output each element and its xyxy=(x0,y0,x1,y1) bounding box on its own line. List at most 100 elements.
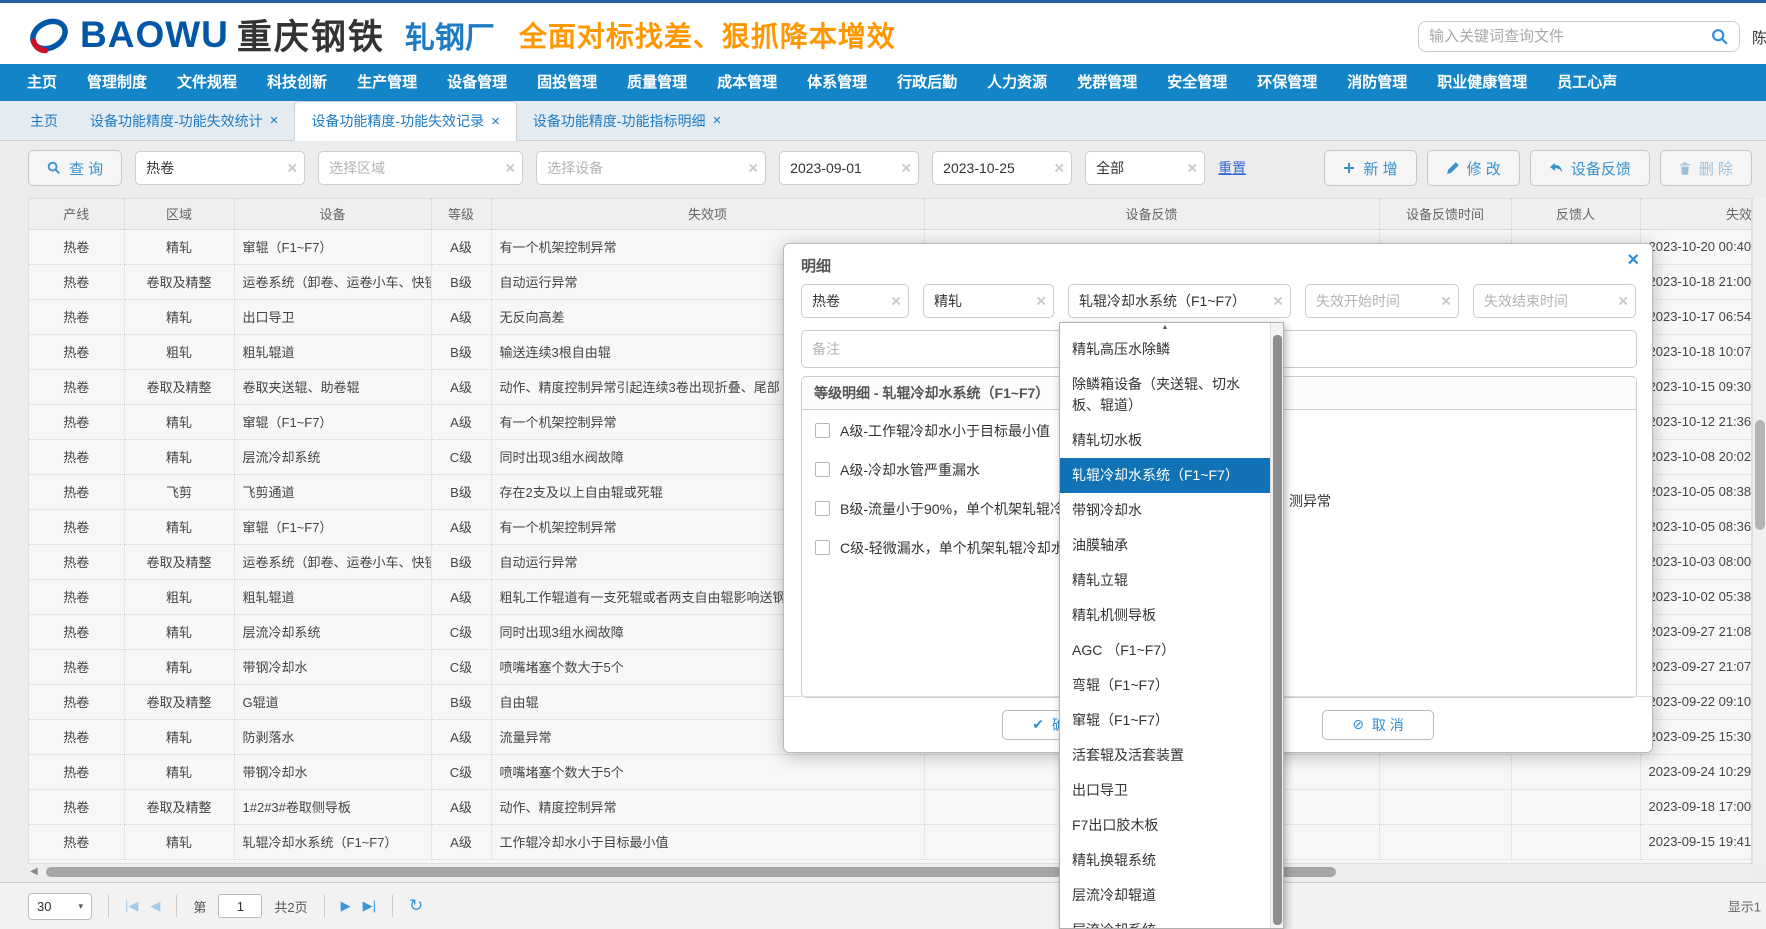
combo-clear-icon[interactable]: × xyxy=(1054,160,1064,177)
modal-combo-1[interactable]: 热卷× xyxy=(801,284,909,318)
tab-close-icon[interactable]: × xyxy=(713,112,722,129)
dropdown-item-16[interactable]: 层流冷却辊道 xyxy=(1060,878,1270,913)
horizontal-scrollbar[interactable]: ◀ xyxy=(28,864,1752,880)
dropdown-item-13[interactable]: 出口导卫 xyxy=(1060,773,1270,808)
grid-header-cell[interactable]: 设备 xyxy=(234,199,431,229)
dropdown-item-4[interactable]: 轧辊冷却水系统（F1~F7） xyxy=(1060,458,1270,493)
nav-item-6[interactable]: 设备管理 xyxy=(432,64,522,101)
nav-item-14[interactable]: 安全管理 xyxy=(1152,64,1242,101)
vertical-scrollbar[interactable] xyxy=(1752,198,1766,864)
combo-clear-icon[interactable]: × xyxy=(1441,293,1451,310)
grid-header-cell[interactable]: 设备反馈时间 xyxy=(1379,199,1511,229)
dropdown-item-12[interactable]: 活套辊及活套装置 xyxy=(1060,738,1270,773)
doc-search-input[interactable] xyxy=(1429,28,1711,45)
nav-item-8[interactable]: 质量管理 xyxy=(612,64,702,101)
filter-combo-4[interactable]: 2023-09-01× xyxy=(779,151,919,185)
tab-4[interactable]: 设备功能精度-功能指标明细× xyxy=(517,101,737,140)
grid-header-cell[interactable]: 反馈人 xyxy=(1511,199,1640,229)
dropdown-item-7[interactable]: 精轧立辊 xyxy=(1060,563,1270,598)
dropdown-item-8[interactable]: 精轧机侧导板 xyxy=(1060,598,1270,633)
combo-clear-icon[interactable]: × xyxy=(1618,293,1628,310)
dropdown-item-3[interactable]: 精轧切水板 xyxy=(1060,423,1270,458)
nav-item-4[interactable]: 科技创新 xyxy=(252,64,342,101)
grid-row-18[interactable]: 热卷精轧轧辊冷却水系统（F1~F7）A级工作辊冷却水小于目标最小值2023-09… xyxy=(29,824,1752,859)
dropdown-scroll-thumb[interactable] xyxy=(1273,335,1282,925)
search-icon[interactable] xyxy=(1711,28,1729,46)
combo-clear-icon[interactable]: × xyxy=(748,160,758,177)
tab-close-icon[interactable]: × xyxy=(270,112,279,129)
dropdown-item-14[interactable]: F7出口胶木板 xyxy=(1060,808,1270,843)
page-size-select[interactable]: 30 ▾ xyxy=(28,893,92,920)
grid-header-cell[interactable]: 等级 xyxy=(431,199,491,229)
nav-item-12[interactable]: 人力资源 xyxy=(972,64,1062,101)
delete-button[interactable]: 删 除 xyxy=(1660,150,1752,186)
user-name[interactable]: 陈 xyxy=(1752,27,1766,48)
combo-clear-icon[interactable]: × xyxy=(1036,293,1046,310)
dropdown-item-1[interactable]: 精轧高压水除鳞 xyxy=(1060,332,1270,367)
doc-search-box[interactable] xyxy=(1418,21,1740,52)
filter-combo-6[interactable]: 全部× xyxy=(1085,151,1205,185)
dropdown-scrollbar[interactable] xyxy=(1270,323,1283,928)
nav-item-15[interactable]: 环保管理 xyxy=(1242,64,1332,101)
combo-clear-icon[interactable]: × xyxy=(891,293,901,310)
prev-page-button[interactable]: ◀ xyxy=(150,898,160,914)
checkbox-icon[interactable] xyxy=(815,423,830,438)
feedback-button[interactable]: 设备反馈 xyxy=(1530,150,1650,186)
checkbox-icon[interactable] xyxy=(815,462,830,477)
grid-header-cell[interactable]: 失效项 xyxy=(491,199,924,229)
nav-item-5[interactable]: 生产管理 xyxy=(342,64,432,101)
tab-3[interactable]: 设备功能精度-功能失效记录× xyxy=(294,101,516,141)
nav-item-10[interactable]: 体系管理 xyxy=(792,64,882,101)
nav-item-16[interactable]: 消防管理 xyxy=(1332,64,1422,101)
combo-clear-icon[interactable]: × xyxy=(901,160,911,177)
combo-clear-icon[interactable]: × xyxy=(505,160,515,177)
nav-item-1[interactable]: 主页 xyxy=(12,64,72,101)
nav-item-7[interactable]: 固投管理 xyxy=(522,64,612,101)
next-page-button[interactable]: ▶ xyxy=(341,898,351,914)
nav-item-18[interactable]: 员工心声 xyxy=(1542,64,1632,101)
query-button[interactable]: 查 询 xyxy=(28,150,122,186)
modal-combo-2[interactable]: 精轧× xyxy=(923,284,1054,318)
grid-row-16[interactable]: 热卷精轧带钢冷却水C级喷嘴堵塞个数大于5个2023-09-24 10:29:00 xyxy=(29,754,1752,789)
grid-header-cell[interactable]: 失效开始时间 xyxy=(1640,199,1752,229)
refresh-icon[interactable]: ↻ xyxy=(409,896,423,916)
nav-item-17[interactable]: 职业健康管理 xyxy=(1422,64,1542,101)
modal-combo-3[interactable]: 轧辊冷却水系统（F1~F7）× xyxy=(1068,284,1291,318)
filter-combo-1[interactable]: 热卷× xyxy=(135,151,305,185)
grid-header-cell[interactable]: 区域 xyxy=(124,199,234,229)
dropdown-item-5[interactable]: 带钢冷却水 xyxy=(1060,493,1270,528)
modal-combo-5[interactable]: 失效结束时间× xyxy=(1473,284,1636,318)
checkbox-icon[interactable] xyxy=(815,540,830,555)
last-page-button[interactable]: ▶| xyxy=(363,898,376,914)
nav-item-13[interactable]: 党群管理 xyxy=(1062,64,1152,101)
dropdown-item-9[interactable]: AGC （F1~F7） xyxy=(1060,633,1270,668)
dropdown-item-17[interactable]: 层流冷却系统 xyxy=(1060,913,1270,929)
add-button[interactable]: 新 增 xyxy=(1324,150,1416,186)
combo-clear-icon[interactable]: × xyxy=(287,160,297,177)
filter-combo-2[interactable]: 选择区域× xyxy=(318,151,523,185)
vertical-scroll-thumb[interactable] xyxy=(1755,420,1765,530)
dropdown-item-15[interactable]: 精轧换辊系统 xyxy=(1060,843,1270,878)
first-page-button[interactable]: |◀ xyxy=(125,898,138,914)
scroll-left-icon[interactable]: ◀ xyxy=(30,866,38,877)
combo-clear-icon[interactable]: × xyxy=(1273,293,1283,310)
filter-combo-3[interactable]: 选择设备× xyxy=(536,151,766,185)
reset-link[interactable]: 重置 xyxy=(1218,158,1246,178)
modal-combo-4[interactable]: 失效开始时间× xyxy=(1305,284,1459,318)
tab-1[interactable]: 主页 xyxy=(14,101,74,140)
tab-2[interactable]: 设备功能精度-功能失效统计× xyxy=(74,101,294,140)
dropdown-item-2[interactable]: 除鳞箱设备（夹送辊、切水板、辊道） xyxy=(1060,367,1270,423)
grid-row-17[interactable]: 热卷卷取及精整1#2#3#卷取侧导板A级动作、精度控制异常2023-09-18 … xyxy=(29,789,1752,824)
checkbox-icon[interactable] xyxy=(815,501,830,516)
nav-item-2[interactable]: 管理制度 xyxy=(72,64,162,101)
tab-close-icon[interactable]: × xyxy=(491,113,500,130)
page-number-input[interactable] xyxy=(218,894,262,918)
scroll-up-icon[interactable]: ▲ xyxy=(1060,323,1270,332)
filter-combo-5[interactable]: 2023-10-25× xyxy=(932,151,1072,185)
combo-clear-icon[interactable]: × xyxy=(1187,160,1197,177)
nav-item-11[interactable]: 行政后勤 xyxy=(882,64,972,101)
modify-button[interactable]: 修 改 xyxy=(1427,150,1520,186)
nav-item-3[interactable]: 文件规程 xyxy=(162,64,252,101)
close-icon[interactable]: × xyxy=(1627,250,1639,270)
grid-header-cell[interactable]: 设备反馈 xyxy=(924,199,1379,229)
